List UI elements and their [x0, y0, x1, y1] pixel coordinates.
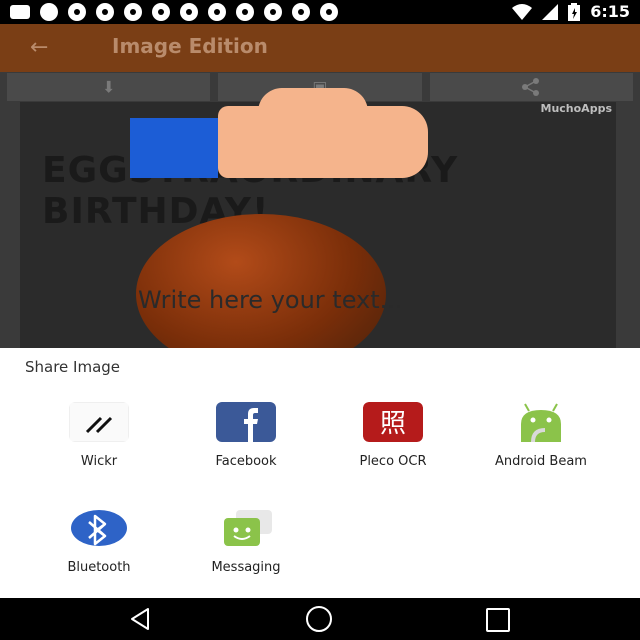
soccer-ball-icon [96, 3, 114, 21]
messaging-icon [224, 510, 272, 546]
clock: 6:15 [590, 2, 630, 21]
wifi-icon [512, 3, 533, 20]
soccer-ball-icon [68, 3, 86, 21]
svg-text:照: 照 [380, 409, 406, 439]
status-notification-icons [10, 3, 338, 21]
share-app-label: Messaging [211, 560, 281, 575]
share-app-label: Facebook [215, 454, 277, 469]
facebook-icon [216, 402, 276, 442]
thumb-cuff [130, 118, 218, 178]
pleco-ocr-icon: 照 [363, 402, 423, 442]
android-beam-icon [521, 403, 561, 442]
signal-icon [542, 3, 559, 20]
share-app-bluetooth[interactable]: Bluetooth [24, 500, 174, 600]
soccer-ball-icon [180, 3, 198, 21]
status-bar: 6:15 [0, 0, 640, 24]
nav-back-icon[interactable] [128, 606, 154, 632]
share-app-wickr[interactable]: Wickr [24, 394, 174, 494]
thumbs-up-icon [130, 88, 442, 184]
thumb-top [258, 88, 368, 122]
share-sheet-title: Share Image [25, 358, 121, 376]
status-right: 6:15 [512, 2, 630, 21]
text-input[interactable]: Write here your text... [138, 286, 403, 314]
soccer-ball-icon [320, 3, 338, 21]
soccer-ball-icon [124, 3, 142, 21]
download-icon: ⬇ [101, 77, 116, 97]
soccer-ball-icon [264, 3, 282, 21]
share-app-pleco-ocr[interactable]: 照 Pleco OCR [318, 394, 468, 494]
share-app-label: Pleco OCR [359, 454, 427, 469]
share-sheet: Share Image Wickr Facebook 照 Pleco OCR A… [0, 348, 640, 598]
wickr-icon [69, 402, 129, 442]
soccer-ball-icon [208, 3, 226, 21]
share-icon [522, 78, 540, 96]
share-app-label: Wickr [80, 454, 118, 469]
back-arrow-icon[interactable]: ← [30, 34, 58, 62]
navigation-bar [0, 598, 640, 640]
app-bar: ← Image Edition [0, 24, 640, 72]
group-notification-icon [40, 3, 58, 21]
share-app-label: Android Beam [495, 454, 587, 469]
bluetooth-icon [71, 510, 127, 546]
share-app-label: Bluetooth [67, 560, 131, 575]
soccer-ball-icon [236, 3, 254, 21]
keyboard-notification-icon [10, 5, 30, 19]
soccer-ball-icon [152, 3, 170, 21]
page-title: Image Edition [112, 34, 268, 58]
share-app-android-beam[interactable]: Android Beam [466, 394, 616, 494]
egg-image [136, 214, 386, 348]
soccer-ball-icon [292, 3, 310, 21]
nav-home-icon[interactable] [306, 606, 332, 632]
battery-icon [568, 2, 581, 21]
watermark: MuchoApps [540, 102, 613, 115]
share-app-messaging[interactable]: Messaging [171, 500, 321, 600]
nav-recent-apps-icon[interactable] [486, 608, 510, 632]
share-button[interactable] [428, 72, 634, 102]
share-app-facebook[interactable]: Facebook [171, 394, 321, 494]
